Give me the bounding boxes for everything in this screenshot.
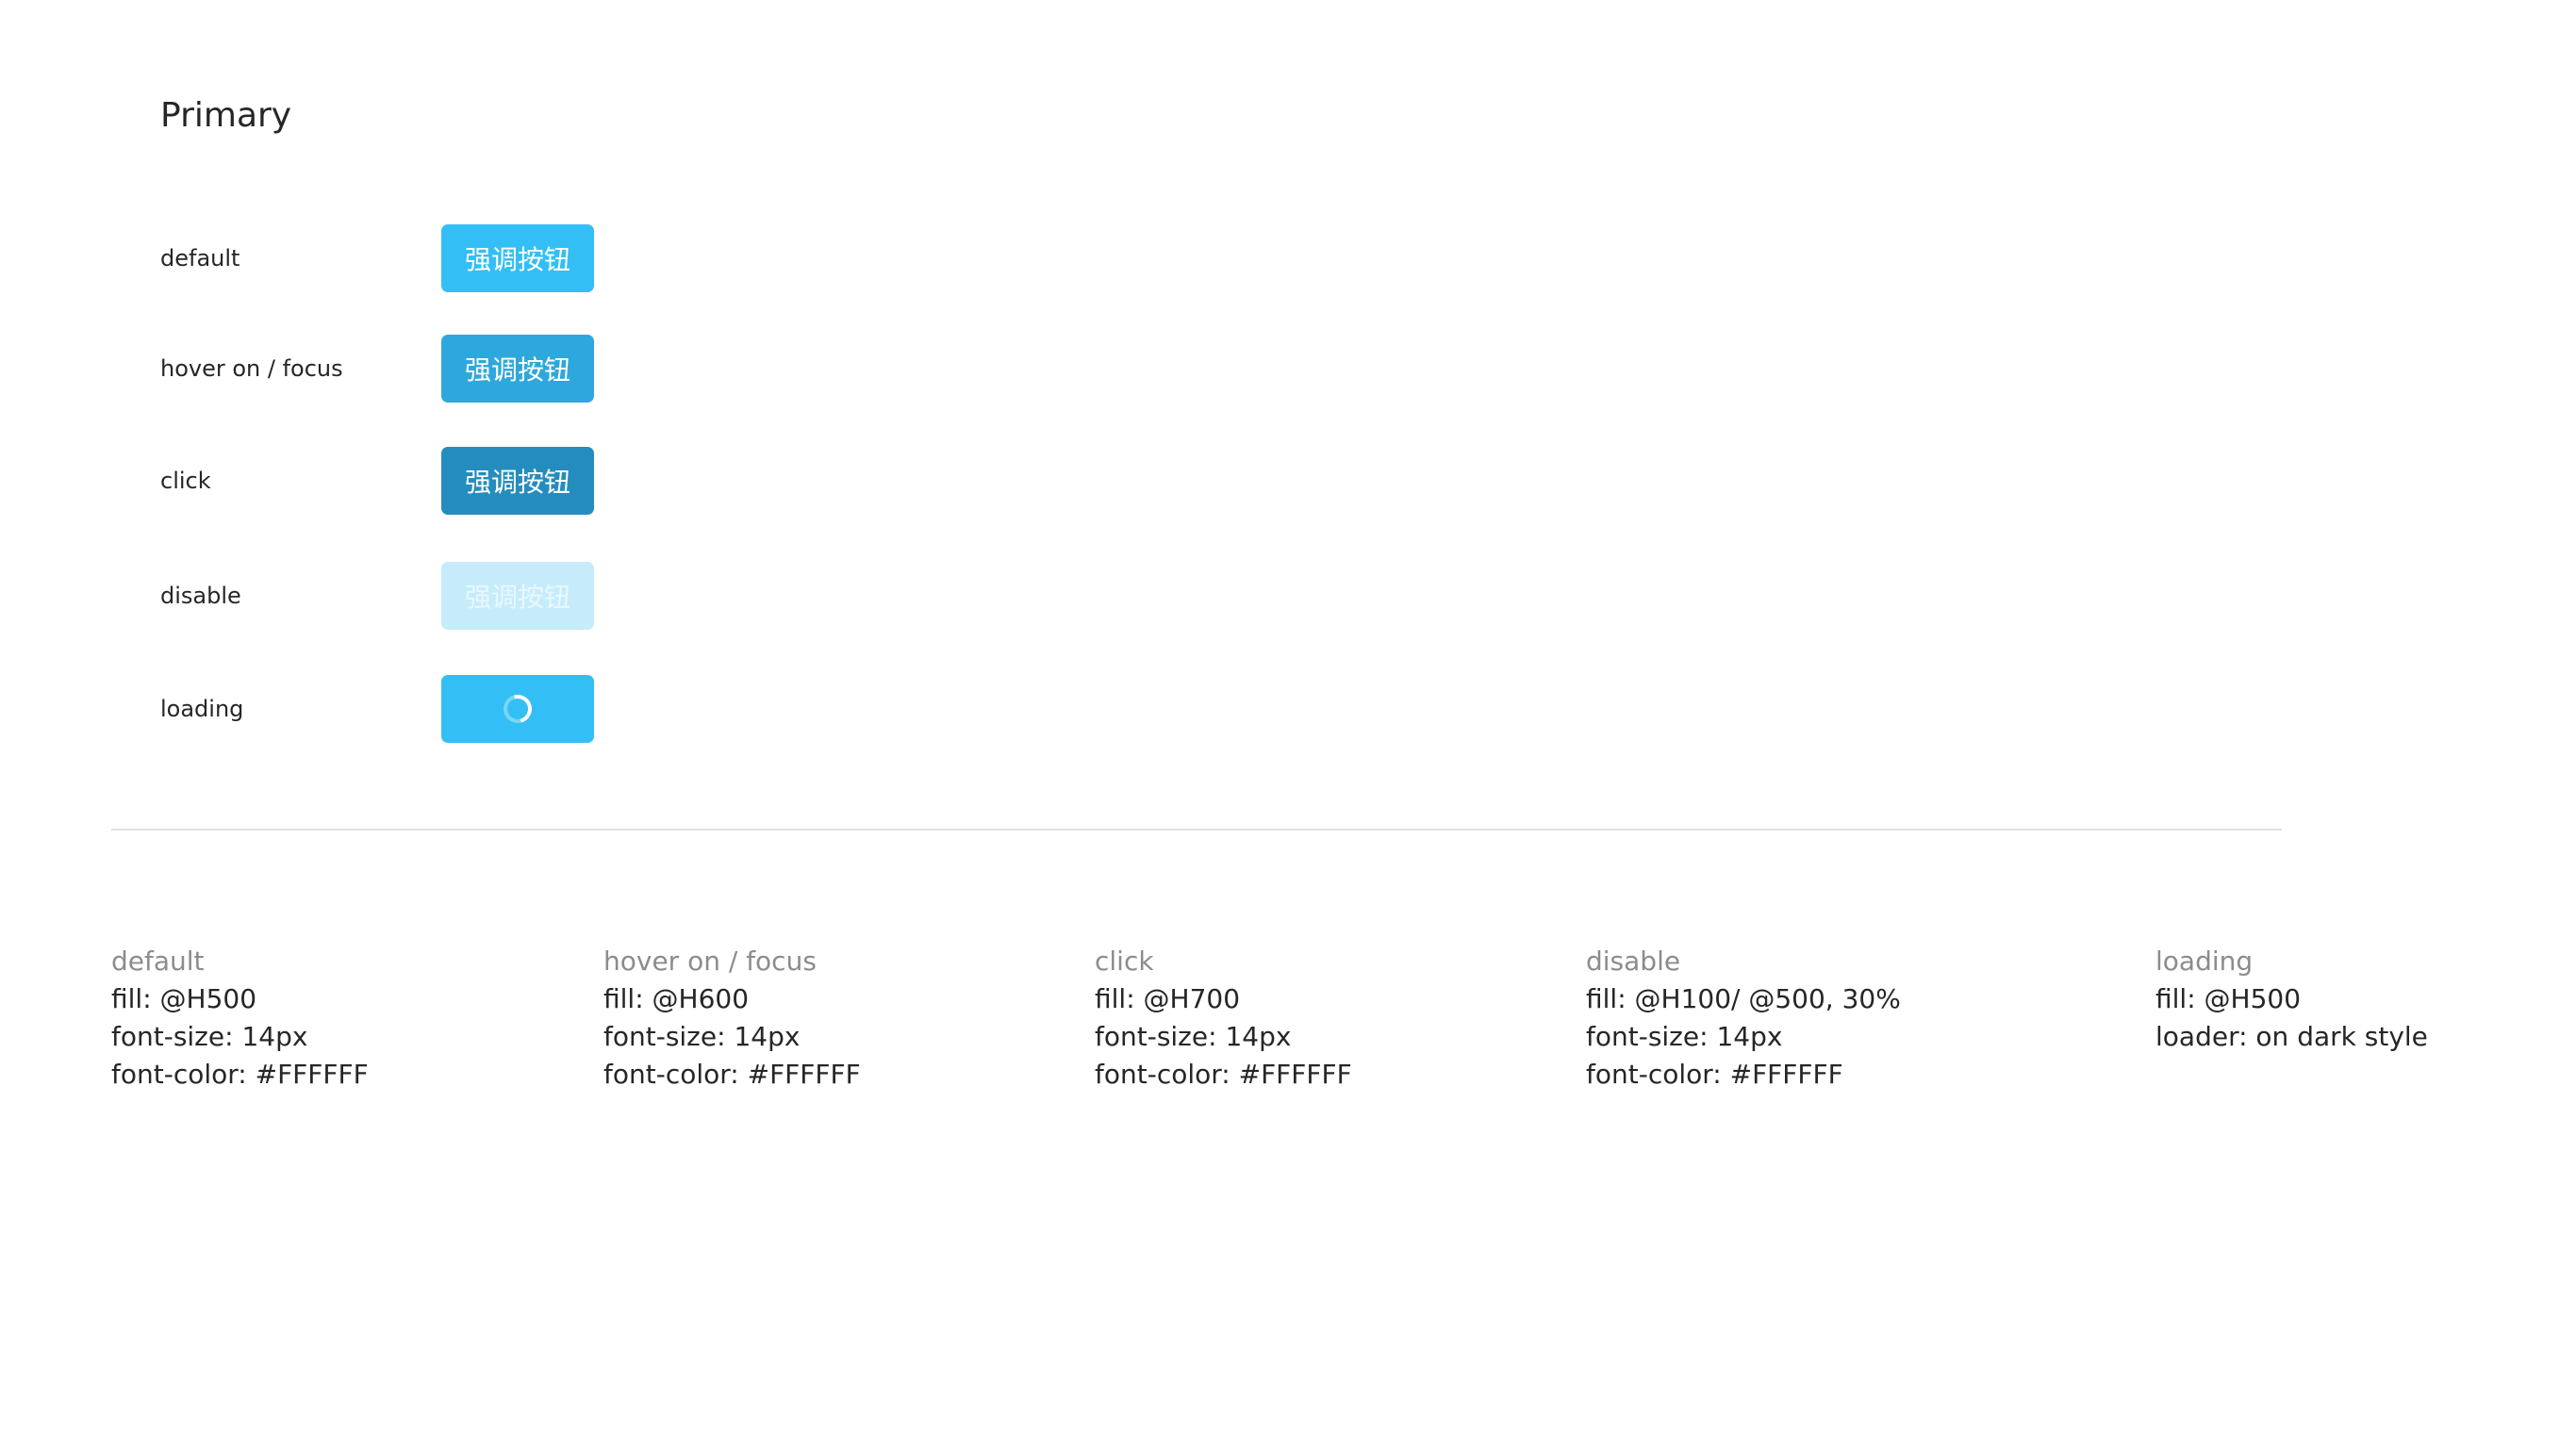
primary-button-default[interactable]: 强调按钮 <box>441 224 594 292</box>
spec-hover: hover on / focus fill: @H600 font-size: … <box>603 943 861 1094</box>
spec-title: loading <box>2155 946 2254 977</box>
primary-button-loading[interactable] <box>441 675 594 743</box>
spec-title: disable <box>1586 946 1681 977</box>
state-label-loading: loading <box>160 696 244 722</box>
state-label-disable: disable <box>160 583 241 609</box>
spec-default: default fill: @H500 font-size: 14px font… <box>111 943 369 1094</box>
spec-line: font-size: 14px <box>603 1021 801 1052</box>
spec-line: font-color: #FFFFFF <box>1095 1059 1352 1090</box>
state-row-default: default 强调按钮 <box>160 224 726 292</box>
spec-line: font-size: 14px <box>1586 1021 1783 1052</box>
spec-loading: loading fill: @H500 loader: on dark styl… <box>2155 943 2428 1056</box>
spec-click: click fill: @H700 font-size: 14px font-c… <box>1095 943 1352 1094</box>
state-row-click: click 强调按钮 <box>160 447 726 515</box>
primary-button-click[interactable]: 强调按钮 <box>441 447 594 515</box>
section-title: Primary <box>160 96 292 135</box>
spec-line: font-color: #FFFFFF <box>603 1059 861 1090</box>
spinner-icon <box>498 689 537 729</box>
state-label-default: default <box>160 245 240 272</box>
spec-line: font-color: #FFFFFF <box>1586 1059 1843 1090</box>
spec-title: default <box>111 946 205 977</box>
spec-title: hover on / focus <box>603 946 817 977</box>
divider <box>111 829 2282 831</box>
spec-line: fill: @H600 <box>603 983 750 1014</box>
spec-disable: disable fill: @H100/ @500, 30% font-size… <box>1586 943 1901 1094</box>
primary-button-disable: 强调按钮 <box>441 562 594 630</box>
spec-line: font-size: 14px <box>111 1021 308 1052</box>
state-row-hover: hover on / focus 强调按钮 <box>160 335 726 403</box>
spec-line: font-color: #FFFFFF <box>111 1059 369 1090</box>
spec-line: fill: @H500 <box>111 983 257 1014</box>
primary-button-hover[interactable]: 强调按钮 <box>441 335 594 403</box>
spec-line: fill: @H700 <box>1095 983 1241 1014</box>
spec-title: click <box>1095 946 1154 977</box>
spec-line: loader: on dark style <box>2155 1021 2428 1052</box>
spec-line: fill: @H100/ @500, 30% <box>1586 983 1901 1014</box>
state-label-hover: hover on / focus <box>160 355 343 382</box>
state-row-loading: loading <box>160 675 726 743</box>
state-label-click: click <box>160 468 211 494</box>
spec-line: fill: @H500 <box>2155 983 2302 1014</box>
state-row-disable: disable 强调按钮 <box>160 562 726 630</box>
spec-line: font-size: 14px <box>1095 1021 1292 1052</box>
